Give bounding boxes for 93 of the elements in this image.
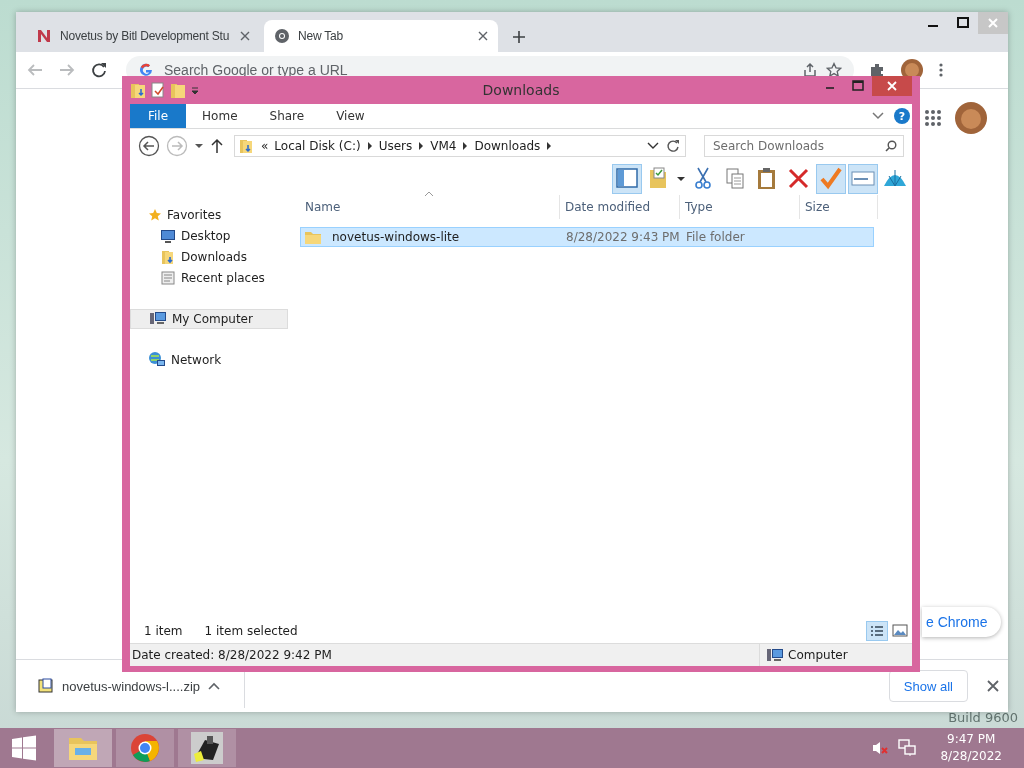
column-header[interactable]: Date modified xyxy=(560,195,680,219)
dropdown-icon[interactable] xyxy=(647,142,659,150)
ribbon-tab[interactable]: Share xyxy=(253,104,321,128)
chevron-icon[interactable] xyxy=(872,112,884,120)
apps-grid-icon[interactable] xyxy=(924,109,942,127)
download-filename[interactable]: novetus-windows-l....zip xyxy=(62,678,200,694)
computer-icon xyxy=(766,647,784,663)
folder-icon xyxy=(160,249,176,265)
logo-icon xyxy=(138,62,154,78)
puzzle-icon[interactable] xyxy=(868,61,886,79)
file-row[interactable]: novetus-windows-lite 8/28/2022 9:43 PM File folder xyxy=(300,227,874,247)
network-icon[interactable] xyxy=(898,739,917,757)
column-header[interactable]: Type xyxy=(680,195,800,219)
refresh-icon[interactable] xyxy=(665,138,681,154)
search-field[interactable]: Search Downloads xyxy=(704,135,904,157)
separator-icon[interactable] xyxy=(546,142,553,150)
properties-icon[interactable] xyxy=(150,81,166,99)
nav-label[interactable]: Recent places xyxy=(181,271,265,285)
folder-icon xyxy=(239,138,255,154)
browser-tab[interactable]: New Tab xyxy=(264,20,498,52)
clock-date[interactable]: 8/28/2022 xyxy=(940,748,1002,765)
path-overflow[interactable]: « xyxy=(261,139,269,153)
status-text: Date created: 8/28/2022 9:42 PM xyxy=(132,648,332,662)
folder-icon[interactable] xyxy=(130,81,146,99)
monitor-icon xyxy=(160,228,176,244)
avatar-icon[interactable] xyxy=(954,101,988,135)
check-icon[interactable] xyxy=(816,164,846,194)
menu-icon[interactable] xyxy=(938,62,944,78)
nav-item[interactable]: Favorites xyxy=(130,205,288,225)
dropdown-icon[interactable] xyxy=(194,141,204,151)
document-icon xyxy=(160,270,176,286)
nav-item[interactable]: My Computer xyxy=(130,309,288,329)
taskbar-app[interactable] xyxy=(178,729,236,767)
ribbon-tab[interactable]: View xyxy=(320,104,381,128)
close-icon[interactable] xyxy=(872,76,912,96)
preview-pane-icon[interactable] xyxy=(612,164,642,194)
start-icon[interactable] xyxy=(10,734,38,762)
browser-logo-icon xyxy=(274,28,290,44)
breadcrumb[interactable]: Downloads xyxy=(474,139,541,153)
clock-time[interactable]: 9:47 PM xyxy=(947,731,996,748)
breadcrumb[interactable]: Users xyxy=(378,139,413,153)
show-all-button[interactable]: Show all xyxy=(888,670,968,702)
separator-icon[interactable] xyxy=(462,142,469,150)
game-icon xyxy=(191,732,223,764)
network-icon xyxy=(148,351,166,369)
selection-count: 1 item selected xyxy=(204,624,298,638)
customize-button[interactable]: e Chrome xyxy=(922,607,1002,637)
reload-icon[interactable] xyxy=(90,61,108,79)
nav-label[interactable]: Favorites xyxy=(167,208,222,222)
speaker-muted-icon[interactable] xyxy=(872,740,891,756)
browser-logo-icon xyxy=(130,733,160,763)
column-header[interactable]: Size xyxy=(800,195,878,219)
nav-label[interactable]: Network xyxy=(171,353,222,367)
nav-label[interactable]: My Computer xyxy=(172,312,253,326)
watermark-text: Build 9600 xyxy=(948,710,1018,725)
file-date: 8/28/2022 9:43 PM xyxy=(565,230,681,244)
browser-tab[interactable]: Novetus by Bitl Development Stu xyxy=(26,20,260,52)
nav-item[interactable]: Desktop xyxy=(130,226,288,246)
column-header[interactable]: Name xyxy=(300,195,560,219)
window-title: Downloads xyxy=(482,82,560,98)
back-icon[interactable] xyxy=(138,135,160,157)
rename-icon[interactable] xyxy=(848,164,878,194)
tab-title: New Tab xyxy=(298,29,345,43)
separator-icon[interactable] xyxy=(418,142,425,150)
nav-label[interactable]: Desktop xyxy=(181,229,231,243)
item-count: 1 item xyxy=(144,624,183,638)
file-name: novetus-windows-lite xyxy=(331,230,460,244)
tab-title: Novetus by Bitl Development Stu xyxy=(60,29,231,43)
share-icon[interactable] xyxy=(802,62,818,78)
ribbon-tab[interactable]: Home xyxy=(186,104,254,128)
details-view-icon[interactable] xyxy=(866,621,888,641)
breadcrumb[interactable]: Local Disk (C:) xyxy=(274,139,361,153)
file-menu-button[interactable]: File xyxy=(130,104,187,128)
up-arrow-icon[interactable] xyxy=(210,138,224,154)
breadcrumb[interactable]: VM4 xyxy=(430,139,457,153)
nav-item[interactable]: Downloads xyxy=(130,247,288,267)
zip-file-icon xyxy=(38,678,54,694)
separator-icon[interactable] xyxy=(366,142,373,150)
nav-item[interactable]: Network xyxy=(130,350,288,370)
nav-label[interactable]: Downloads xyxy=(181,250,247,264)
star-icon xyxy=(148,208,162,222)
sort-caret-icon xyxy=(424,191,434,197)
file-type: File folder xyxy=(685,230,746,244)
star-icon[interactable] xyxy=(826,62,842,78)
close-icon[interactable] xyxy=(240,31,250,41)
help-button[interactable]: ? xyxy=(894,108,910,124)
caret-icon[interactable] xyxy=(208,682,220,690)
new-tab-icon[interactable] xyxy=(512,30,526,44)
close-icon[interactable] xyxy=(478,31,488,41)
search-icon[interactable] xyxy=(885,140,897,152)
location-label: Computer xyxy=(788,648,848,662)
logo-icon xyxy=(36,28,52,44)
nav-item[interactable]: Recent places xyxy=(130,268,288,288)
